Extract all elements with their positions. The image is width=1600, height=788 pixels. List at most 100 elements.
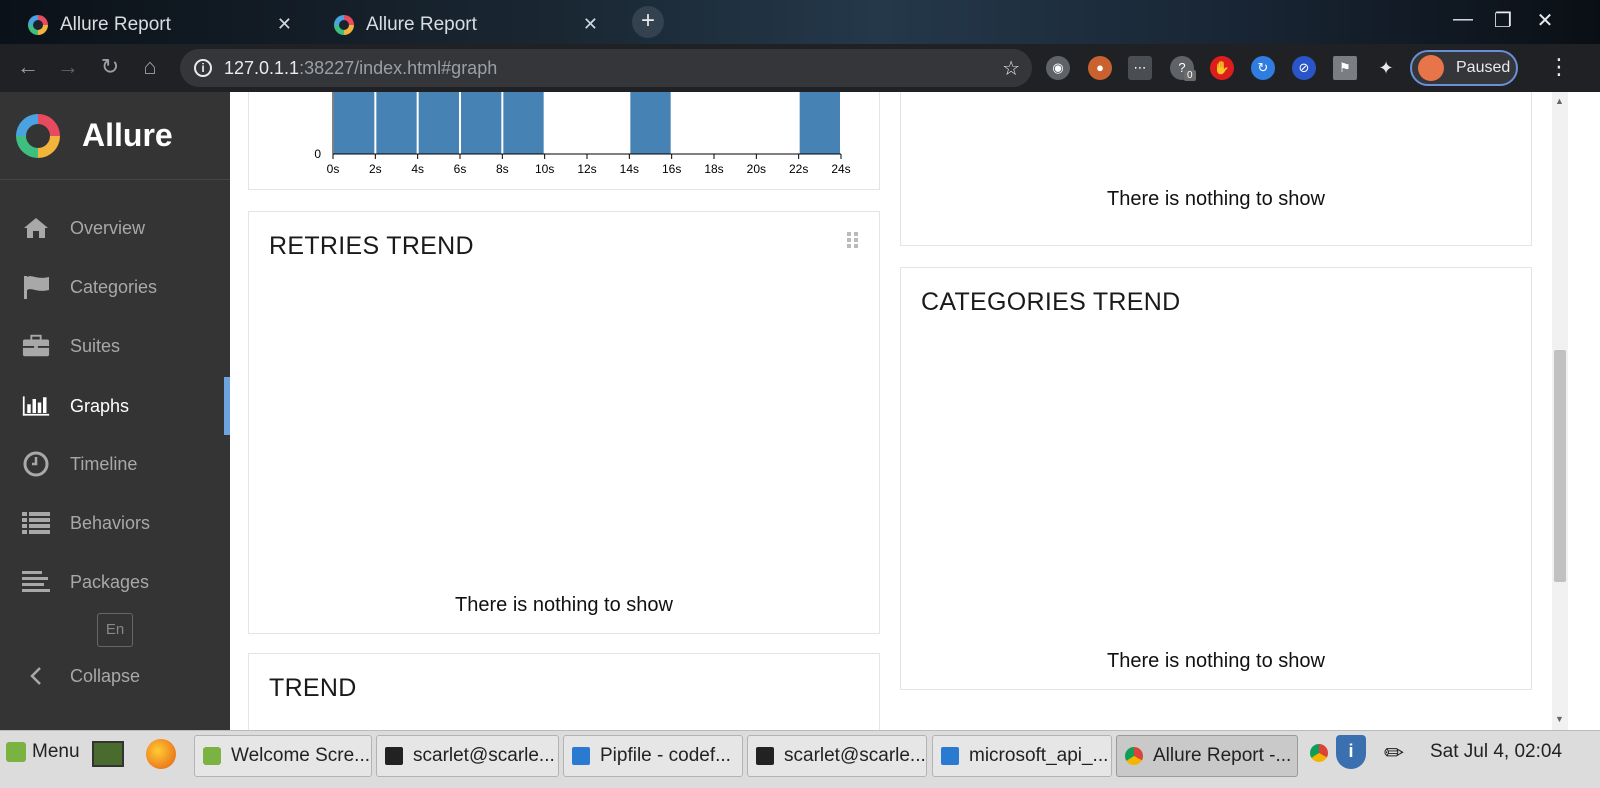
sidebar-item-graphs[interactable]: Graphs xyxy=(0,377,230,435)
sidebar-item-label: Overview xyxy=(70,217,146,238)
histogram-bar[interactable] xyxy=(418,92,459,154)
mint-logo-icon xyxy=(6,742,26,762)
reload-icon[interactable]: ↻ xyxy=(96,54,124,80)
histogram-bar[interactable] xyxy=(799,92,840,154)
x-tick-label: 22s xyxy=(789,162,808,176)
task-title: Welcome Scre... xyxy=(231,745,371,766)
bookmark-star-icon[interactable]: ☆ xyxy=(1002,56,1020,81)
allure-logo-icon xyxy=(28,15,48,35)
empty-state-message: There is nothing to show xyxy=(1107,188,1325,210)
drag-handle-icon[interactable] xyxy=(847,232,859,253)
x-tick-label: 6s xyxy=(454,162,467,176)
browser-toolbar: ← → ↻ ⌂ i 127.0.1.1:38227/index.html#gra… xyxy=(0,44,1600,92)
start-menu-button[interactable]: Menu xyxy=(6,741,80,763)
show-desktop-icon[interactable] xyxy=(92,741,124,767)
system-clock[interactable]: Sat Jul 4, 02:04 xyxy=(1430,741,1562,763)
taskbar-window[interactable]: Welcome Scre... xyxy=(194,735,372,777)
puzzle-extensions-icon[interactable]: ✦ xyxy=(1374,56,1398,80)
graphs-page: 0 0s 2s 4s 6s 8s 10s 12s 14s 16s 18s 20s 22s 24s Ther… xyxy=(230,92,1552,730)
back-icon[interactable]: ← xyxy=(14,54,42,80)
x-tick-label: 14s xyxy=(620,162,639,176)
retries-trend-card: RETRIES TREND There is nothing to show xyxy=(248,211,880,634)
taskbar-window[interactable]: Pipfile - codef... xyxy=(563,735,743,777)
sidebar-item-suites[interactable]: Suites xyxy=(0,317,230,375)
forward-icon[interactable]: → xyxy=(54,54,82,80)
scroll-up-icon[interactable]: ▲ xyxy=(1555,96,1564,106)
empty-state-message: There is nothing to show xyxy=(455,594,673,616)
histogram-bar[interactable] xyxy=(461,92,502,154)
avatar xyxy=(1418,55,1444,81)
stop-hand-extension-icon[interactable]: ✋ xyxy=(1210,56,1234,80)
sync-extension-icon[interactable]: ↻ xyxy=(1251,56,1275,80)
chevron-left-icon xyxy=(22,663,50,689)
shield-info-icon[interactable]: i xyxy=(1336,735,1366,769)
close-tab-icon[interactable]: ✕ xyxy=(583,14,598,35)
browser-tab-strip: Allure Report ✕ Allure Report ✕ + — ❐ ✕ xyxy=(0,0,1600,44)
terminal-icon xyxy=(385,747,403,765)
sidebar-item-label: Packages xyxy=(70,571,150,592)
scroll-down-icon[interactable]: ▼ xyxy=(1555,714,1564,724)
sidebar-item-categories[interactable]: Categories xyxy=(0,258,230,316)
sidebar-item-label: Suites xyxy=(70,335,121,356)
taskbar-window[interactable]: scarlet@scarle... xyxy=(747,735,927,777)
vscode-icon xyxy=(941,747,959,765)
url-path: :38227/index.html#graph xyxy=(299,57,498,78)
top-right-card: There is nothing to show xyxy=(900,92,1532,246)
block-extension-icon[interactable]: ⊘ xyxy=(1292,56,1316,80)
extension-badge: 0 xyxy=(1184,70,1196,81)
chrome-tray-icon[interactable] xyxy=(1310,744,1328,762)
chrome-icon xyxy=(1125,747,1143,765)
sidebar-item-behaviors[interactable]: Behaviors xyxy=(0,494,230,552)
home-icon[interactable]: ⌂ xyxy=(136,54,164,80)
histogram-bar[interactable] xyxy=(376,92,417,154)
new-tab-button[interactable]: + xyxy=(632,6,664,38)
browser-tab[interactable]: Allure Report ✕ xyxy=(4,6,304,44)
network-plug-icon[interactable]: ✏ xyxy=(1384,739,1404,768)
x-tick-label: 24s xyxy=(831,162,850,176)
firefox-icon[interactable] xyxy=(146,739,176,769)
sidebar-item-label: Timeline xyxy=(70,453,138,474)
card-title: TREND xyxy=(269,674,357,702)
histogram-bar[interactable] xyxy=(630,92,671,154)
minimize-button[interactable]: — xyxy=(1448,8,1478,31)
bar-chart-icon xyxy=(22,393,50,419)
clock-icon xyxy=(22,451,50,477)
collapse-button[interactable]: Collapse xyxy=(0,647,230,705)
globe-extension-icon[interactable]: ◉ xyxy=(1046,56,1070,80)
browser-tab[interactable]: Allure Report ✕ xyxy=(310,6,610,44)
taskbar-window[interactable]: scarlet@scarle... xyxy=(376,735,559,777)
brand[interactable]: Allure xyxy=(0,92,230,180)
language-button[interactable]: En xyxy=(97,613,133,647)
allure-logo-icon xyxy=(334,15,354,35)
sidebar-item-label: Behaviors xyxy=(70,512,151,533)
task-title: Allure Report -... xyxy=(1153,745,1292,766)
face-extension-icon[interactable]: ● xyxy=(1088,56,1112,80)
histogram-bar[interactable] xyxy=(334,92,375,154)
sidebar-item-timeline[interactable]: Timeline xyxy=(0,435,230,493)
profile-button[interactable]: Paused xyxy=(1410,50,1518,86)
tab-title: Allure Report xyxy=(60,14,171,35)
taskbar-window[interactable]: microsoft_api_... xyxy=(932,735,1112,777)
page-scrollbar[interactable]: ▲ ▼ xyxy=(1552,92,1568,730)
sidebar-item-packages[interactable]: Packages xyxy=(0,553,230,611)
site-info-icon[interactable]: i xyxy=(194,59,212,77)
sidebar-item-overview[interactable]: Overview xyxy=(0,199,230,257)
histogram-bar[interactable] xyxy=(503,92,544,154)
browser-menu-icon[interactable]: ⋮ xyxy=(1548,54,1570,80)
menu-label: Menu xyxy=(32,741,80,762)
more-extension-icon[interactable]: ⋯ xyxy=(1128,56,1152,80)
address-bar[interactable]: i 127.0.1.1:38227/index.html#graph ☆ xyxy=(180,49,1032,87)
taskbar-window[interactable]: Allure Report -... xyxy=(1116,735,1298,777)
task-title: Pipfile - codef... xyxy=(600,745,731,766)
profile-status: Paused xyxy=(1456,59,1511,76)
scroll-thumb[interactable] xyxy=(1554,350,1566,582)
briefcase-icon xyxy=(22,333,50,359)
x-tick-label: 16s xyxy=(662,162,681,176)
x-tick-label: 12s xyxy=(577,162,596,176)
flag-extension-icon[interactable]: ⚑ xyxy=(1333,56,1357,80)
brand-name: Allure xyxy=(82,117,173,153)
close-window-button[interactable]: ✕ xyxy=(1530,8,1560,33)
vscode-icon xyxy=(572,747,590,765)
maximize-button[interactable]: ❐ xyxy=(1488,8,1518,33)
close-tab-icon[interactable]: ✕ xyxy=(277,14,292,35)
